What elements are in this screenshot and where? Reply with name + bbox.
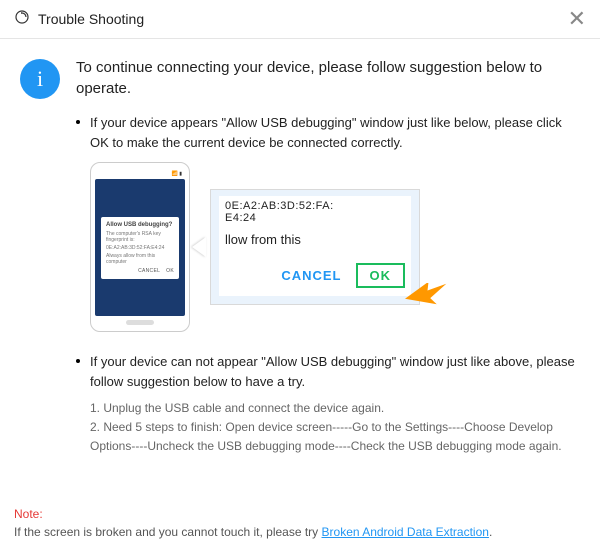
footer: Note: If the screen is broken and you ca…: [14, 505, 586, 541]
footer-dot: .: [489, 525, 492, 539]
bullet-1: If your device appears "Allow USB debugg…: [76, 113, 580, 152]
phone-dialog-title: Allow USB debugging?: [106, 222, 174, 228]
app-icon: [14, 9, 30, 30]
bullet-2-text: If your device can not appear "Allow USB…: [90, 352, 580, 391]
bullet-1-text: If your device appears "Allow USB debugg…: [90, 113, 580, 152]
note-label: Note:: [14, 507, 43, 521]
titlebar: Trouble Shooting ✕: [0, 0, 600, 39]
body: To continue connecting your device, plea…: [76, 57, 580, 457]
ok-button: OK: [356, 263, 406, 288]
zoom-buttons: CANCEL OK: [225, 263, 405, 288]
heading-text: To continue connecting your device, plea…: [76, 57, 580, 99]
arrow-icon: [405, 283, 449, 318]
phone-ok: OK: [166, 268, 174, 274]
zoomed-inner: 0E:A2:AB:3D:52:FA: E4:24 llow from this …: [219, 196, 411, 296]
titlebar-left: Trouble Shooting: [14, 9, 144, 30]
fingerprint-line2: E4:24: [225, 212, 405, 224]
fingerprint-line1: 0E:A2:AB:3D:52:FA:: [225, 200, 405, 212]
bullet-2: If your device can not appear "Allow USB…: [76, 352, 580, 391]
phone-dialog-line1: The computer's RSA key fingerprint is:: [106, 231, 174, 243]
phone-screen: Allow USB debugging? The computer's RSA …: [95, 179, 185, 316]
phone-dialog-line2: 0E:A2:AB:3D:52:FA:E4:24: [106, 245, 174, 251]
broken-android-link[interactable]: Broken Android Data Extraction: [322, 525, 489, 539]
phone-home-button: [126, 320, 154, 325]
zoomed-dialog: 0E:A2:AB:3D:52:FA: E4:24 llow from this …: [210, 189, 420, 305]
step-2: 2. Need 5 steps to finish: Open device s…: [90, 418, 580, 456]
step-1: 1. Unplug the USB cable and connect the …: [90, 399, 580, 418]
phone-mockup: 📶 ▮ Allow USB debugging? The computer's …: [90, 162, 190, 332]
bullet-dot: [76, 359, 80, 363]
close-button[interactable]: ✕: [568, 8, 586, 30]
phone-dialog-buttons: CANCEL OK: [106, 268, 174, 274]
phone-statusbar: 📶 ▮: [95, 169, 185, 179]
illustration: 📶 ▮ Allow USB debugging? The computer's …: [90, 162, 580, 332]
cancel-button: CANCEL: [281, 268, 341, 283]
callout-pointer: [192, 237, 206, 257]
phone-cancel: CANCEL: [138, 268, 160, 274]
info-icon: i: [20, 59, 60, 99]
content: i To continue connecting your device, pl…: [0, 39, 600, 467]
phone-dialog-check: Always allow from this computer: [106, 253, 174, 265]
phone-dialog: Allow USB debugging? The computer's RSA …: [101, 217, 179, 279]
steps-list: 1. Unplug the USB cable and connect the …: [90, 399, 580, 457]
window-title: Trouble Shooting: [38, 11, 144, 27]
allow-text: llow from this: [225, 232, 405, 247]
bullet-dot: [76, 120, 80, 124]
footer-text: If the screen is broken and you cannot t…: [14, 525, 322, 539]
